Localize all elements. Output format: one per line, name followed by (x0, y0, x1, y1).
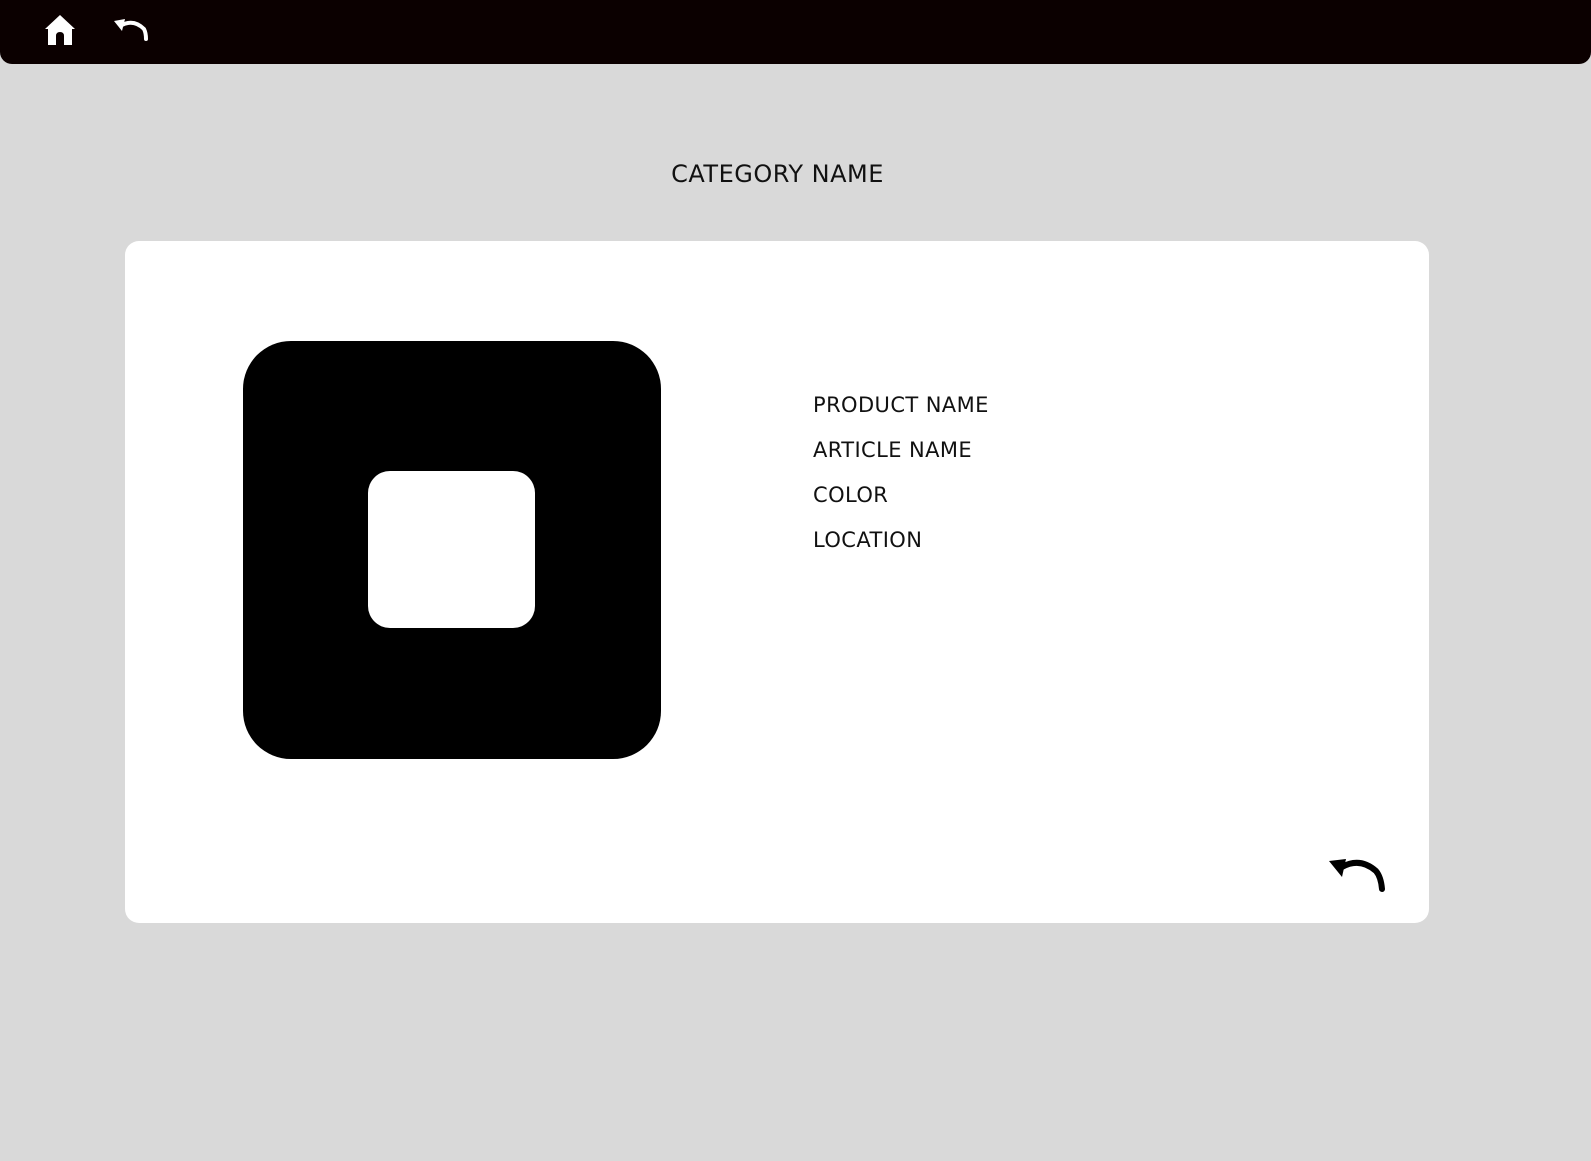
image-placeholder-inner (368, 471, 535, 628)
home-icon (42, 12, 78, 52)
location-label: LOCATION (813, 528, 923, 552)
article-name: ARTICLE NAME (813, 438, 973, 462)
undo-arrow-icon (1326, 853, 1388, 899)
card-back-button[interactable] (1325, 851, 1389, 901)
top-bar (0, 0, 1591, 64)
product-card: PRODUCT NAME ARTICLE NAME COLOR LOCATION (125, 241, 1429, 923)
home-button[interactable] (36, 8, 84, 56)
color-label: COLOR (813, 483, 889, 507)
product-details: PRODUCT NAME ARTICLE NAME COLOR LOCATION (813, 390, 989, 570)
undo-arrow-icon (110, 15, 150, 49)
image-placeholder-icon (243, 341, 661, 759)
product-name: PRODUCT NAME (813, 393, 989, 417)
category-title: CATEGORY NAME (671, 160, 884, 188)
back-button[interactable] (106, 8, 154, 56)
